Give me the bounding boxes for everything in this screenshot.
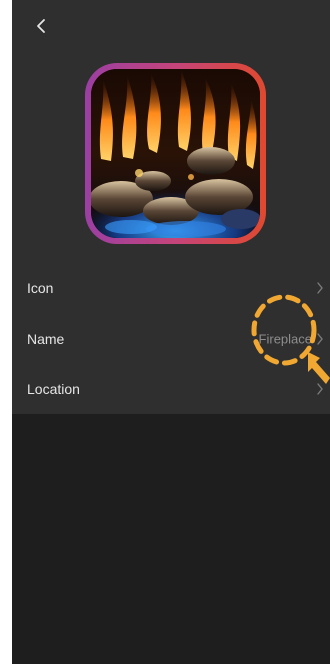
chevron-right-icon bbox=[316, 383, 324, 395]
fireplace-photo bbox=[91, 69, 260, 238]
chevron-right-icon bbox=[316, 333, 324, 345]
settings-row-name[interactable]: Name Fireplace bbox=[12, 314, 330, 364]
settings-panel: Icon Name Fireplace Location bbox=[12, 0, 330, 414]
settings-row-location[interactable]: Location bbox=[12, 364, 330, 414]
row-value-name: Fireplace bbox=[258, 331, 312, 347]
device-icon-image[interactable] bbox=[85, 63, 266, 244]
row-label-icon: Icon bbox=[27, 280, 54, 296]
row-label-location: Location bbox=[27, 381, 80, 397]
settings-row-icon[interactable]: Icon bbox=[12, 263, 330, 313]
chevron-right-icon bbox=[316, 282, 324, 294]
back-button[interactable] bbox=[30, 14, 54, 38]
row-label-name: Name bbox=[27, 331, 65, 347]
phone-screen: Icon Name Fireplace Location bbox=[12, 0, 330, 664]
chevron-left-icon bbox=[37, 19, 45, 33]
